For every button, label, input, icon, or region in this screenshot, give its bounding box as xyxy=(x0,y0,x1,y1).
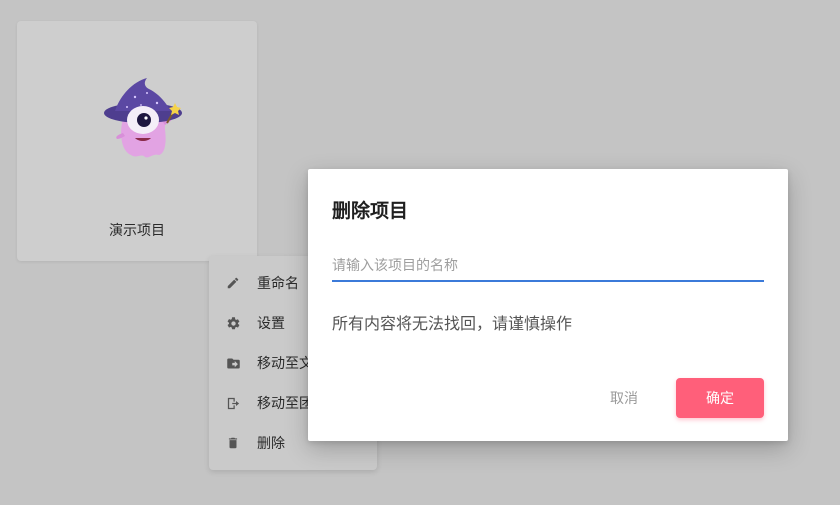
menu-item-label: 删除 xyxy=(257,436,285,452)
project-title: 演示项目 xyxy=(109,223,165,239)
page-backdrop: 演示项目 重命名 设置 移动至文 移动至团 删除 删除项目 请输入该项目的名称 … xyxy=(0,0,840,505)
cancel-button[interactable]: 取消 xyxy=(596,378,652,418)
project-name-input[interactable] xyxy=(332,252,764,282)
exit-door-icon xyxy=(225,395,241,411)
project-card[interactable]: 演示项目 xyxy=(17,21,257,261)
pencil-icon xyxy=(225,275,241,291)
menu-item-label: 移动至文 xyxy=(257,356,313,372)
menu-item-label: 重命名 xyxy=(257,276,299,292)
trash-icon xyxy=(225,435,241,451)
menu-item-label: 移动至团 xyxy=(257,396,313,412)
gear-icon xyxy=(225,315,241,331)
dialog-title: 删除项目 xyxy=(332,200,409,222)
confirm-button[interactable]: 确定 xyxy=(676,378,764,418)
folder-move-icon xyxy=(225,355,241,371)
menu-item-label: 设置 xyxy=(257,316,285,332)
delete-project-dialog: 删除项目 所有内容将无法找回，请谨慎操作 取消 确定 xyxy=(308,169,788,441)
warning-message: 所有内容将无法找回，请谨慎操作 xyxy=(332,314,573,333)
wizard-monster-icon xyxy=(104,78,182,158)
